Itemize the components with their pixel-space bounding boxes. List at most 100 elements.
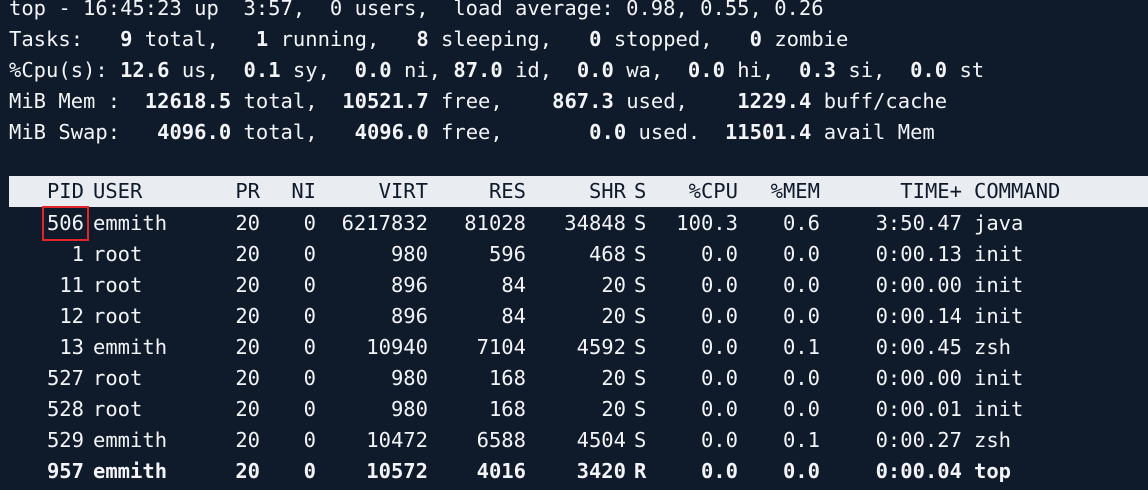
cell-pid: 527	[46, 366, 84, 390]
cell-cmd: java	[974, 211, 1024, 235]
column-header-user[interactable]: USER	[93, 176, 142, 207]
cell-user: root	[93, 273, 143, 297]
cell-s: R	[634, 459, 647, 483]
cell-s: S	[634, 273, 647, 297]
cell-shr: 3420	[576, 459, 626, 483]
cell-cmd: init	[974, 366, 1024, 390]
cell-pr: 20	[235, 428, 260, 452]
table-row[interactable]: 506 emmith 20 0 6217832 81028 34848 S 100.3 0.6 3:…	[0, 206, 1148, 241]
cell-time: 0:00.14	[875, 304, 962, 328]
cell-pr: 20	[235, 335, 260, 359]
summary-cpu-line: %Cpu(s): 12.6 us, 0.1 sy, 0.0 ni, 87.0 i…	[9, 58, 985, 82]
column-header-res[interactable]: RES	[489, 176, 526, 207]
cell-cpu: 0.0	[700, 242, 738, 266]
cell-mem: 0.6	[782, 211, 820, 235]
cell-pr: 20	[235, 366, 260, 390]
terminal-window: top - 16:45:23 up 3:57, 0 users, load av…	[0, 0, 1148, 490]
table-row[interactable]: 529 emmith 20 0 10472 6588 4504 S 0.0 0.1 0:00.27 z…	[0, 425, 1148, 456]
cell-cpu: 0.0	[700, 335, 738, 359]
cell-cpu: 0.0	[700, 366, 738, 390]
cell-mem: 0.0	[782, 242, 820, 266]
cell-cmd: init	[974, 242, 1024, 266]
cell-ni: 0	[303, 242, 316, 266]
cell-cpu: 0.0	[700, 459, 738, 483]
cell-shr: 34848	[564, 211, 626, 235]
column-header-ni[interactable]: NI	[291, 176, 316, 207]
cell-cmd: init	[974, 273, 1024, 297]
table-row[interactable]: 12 root 20 0 896 84 20 S 0.0 0.0 0:00.14 init	[0, 301, 1148, 332]
cell-mem: 0.0	[782, 304, 820, 328]
column-header-pid[interactable]: PID	[47, 176, 84, 207]
summary-swap-line: MiB Swap: 4096.0 total, 4096.0 free, 0.0…	[9, 120, 935, 144]
cell-pid: 1	[71, 242, 84, 266]
cell-shr: 4592	[576, 335, 626, 359]
cell-virt: 980	[390, 397, 428, 421]
table-row[interactable]: 13 emmith 20 0 10940 7104 4592 S 0.0 0.1 0:00.45 zs…	[0, 332, 1148, 363]
cell-pid: 529	[46, 428, 84, 452]
cell-shr: 20	[601, 397, 626, 421]
column-header-time[interactable]: TIME+	[900, 176, 962, 207]
column-header-s[interactable]: S	[634, 176, 646, 207]
cell-mem: 0.1	[782, 428, 820, 452]
cell-pr: 20	[235, 211, 260, 235]
cell-mem: 0.0	[782, 397, 820, 421]
cell-time: 0:00.01	[875, 397, 962, 421]
cell-time: 3:50.47	[875, 211, 962, 235]
cell-user: root	[93, 304, 143, 328]
cell-virt: 896	[390, 273, 428, 297]
cell-res: 596	[488, 242, 526, 266]
uptime-text: top - 16:45:23 up 3:57, 0 users, load av…	[9, 0, 824, 20]
cell-pid: 528	[46, 397, 84, 421]
cell-shr: 20	[601, 273, 626, 297]
cell-res: 168	[488, 366, 526, 390]
summary-tasks-line: Tasks: 9 total, 1 running, 8 sleeping, 0…	[9, 27, 849, 51]
cell-res: 84	[501, 273, 526, 297]
column-header-cmd[interactable]: COMMAND	[974, 176, 1060, 207]
cell-pid: 13	[59, 335, 84, 359]
process-table-header: PID USER PR NI VIRT RES SHR S %CPU %MEM TIME+ COMMA…	[9, 176, 1148, 207]
table-row[interactable]: 1 root 20 0 980 596 468 S 0.0 0.0 0:00.13 init	[0, 239, 1148, 270]
cell-pr: 20	[235, 242, 260, 266]
cell-user: emmith	[93, 428, 168, 452]
cell-ni: 0	[303, 397, 316, 421]
cell-mem: 0.0	[782, 273, 820, 297]
cell-user: root	[93, 397, 143, 421]
cell-virt: 10940	[366, 335, 428, 359]
cell-ni: 0	[303, 366, 316, 390]
table-row[interactable]: 957 emmith 20 0 10572 4016 3420 R 0.0 0.0 0:00.04 t…	[0, 456, 1148, 487]
cell-virt: 980	[390, 366, 428, 390]
cell-s: S	[634, 397, 647, 421]
cell-mem: 0.0	[782, 459, 820, 483]
summary-uptime-line: top - 16:45:23 up 3:57, 0 users, load av…	[9, 0, 824, 24]
cell-res: 84	[501, 304, 526, 328]
column-header-pr[interactable]: PR	[235, 176, 260, 207]
cell-s: S	[634, 211, 647, 235]
cell-user: root	[93, 366, 143, 390]
table-row[interactable]: 527 root 20 0 980 168 20 S 0.0 0.0 0:00.00 init	[0, 363, 1148, 394]
column-header-shr[interactable]: SHR	[589, 176, 626, 207]
column-header-virt[interactable]: VIRT	[379, 176, 428, 207]
cell-s: S	[634, 304, 647, 328]
cell-res: 168	[488, 397, 526, 421]
table-row[interactable]: 11 root 20 0 896 84 20 S 0.0 0.0 0:00.00 init	[0, 270, 1148, 301]
table-row[interactable]: 528 root 20 0 980 168 20 S 0.0 0.0 0:00.01 init	[0, 394, 1148, 425]
cell-pr: 20	[235, 459, 260, 483]
cell-cpu: 100.3	[676, 211, 738, 235]
cell-pr: 20	[235, 304, 260, 328]
summary-mem-line: MiB Mem : 12618.5 total, 10521.7 free, 8…	[9, 89, 948, 113]
cell-user: root	[93, 242, 143, 266]
column-header-cpu[interactable]: %CPU	[689, 176, 738, 207]
cell-res: 6588	[476, 428, 526, 452]
cell-cmd: zsh	[974, 335, 1012, 359]
cell-shr: 468	[588, 242, 626, 266]
cell-pid: 12	[59, 304, 84, 328]
cell-cpu: 0.0	[700, 304, 738, 328]
cell-pid: 11	[59, 273, 84, 297]
column-header-mem[interactable]: %MEM	[771, 176, 820, 207]
cell-user: emmith	[93, 211, 168, 235]
cell-time: 0:00.45	[875, 335, 962, 359]
cell-virt: 10472	[366, 428, 428, 452]
cell-cpu: 0.0	[700, 273, 738, 297]
cell-res: 7104	[476, 335, 526, 359]
cell-ni: 0	[303, 428, 316, 452]
